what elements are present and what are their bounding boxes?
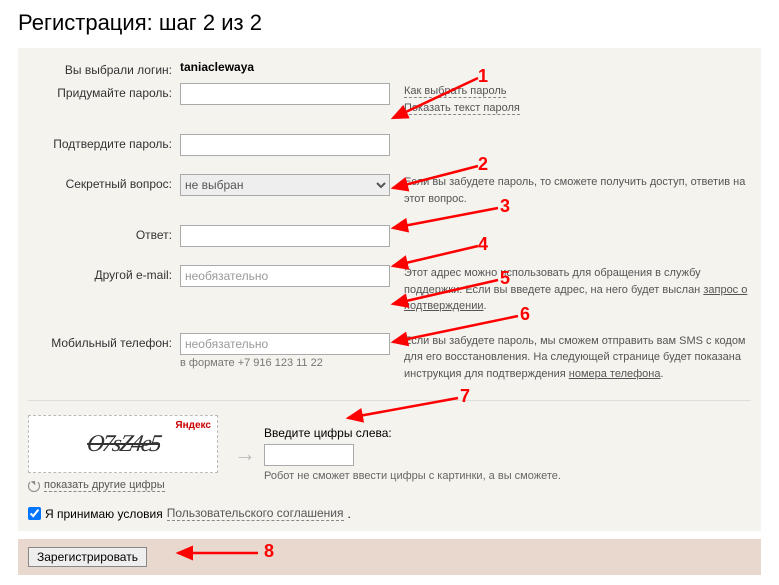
anno-2: 2 bbox=[478, 154, 488, 175]
refresh-icon bbox=[28, 480, 40, 492]
page-title: Регистрация: шаг 2 из 2 bbox=[18, 10, 761, 36]
anno-4: 4 bbox=[478, 234, 488, 255]
captcha-distorted-text: O7sZ4e5 bbox=[85, 431, 161, 458]
captcha-image: Яндекс O7sZ4e5 bbox=[28, 415, 218, 473]
anno-5: 5 bbox=[500, 268, 510, 289]
anno-8: 8 bbox=[264, 541, 274, 562]
form-panel: 1 2 3 4 5 6 7 Вы выбрали логин: taniacle… bbox=[18, 48, 761, 531]
anno-1: 1 bbox=[478, 66, 488, 87]
captcha-brand: Яндекс bbox=[175, 420, 211, 431]
anno-7: 7 bbox=[460, 386, 470, 407]
anno-3: 3 bbox=[500, 196, 510, 217]
submit-bar: Зарегистрировать 8 bbox=[18, 539, 761, 575]
anno-6: 6 bbox=[520, 304, 530, 325]
